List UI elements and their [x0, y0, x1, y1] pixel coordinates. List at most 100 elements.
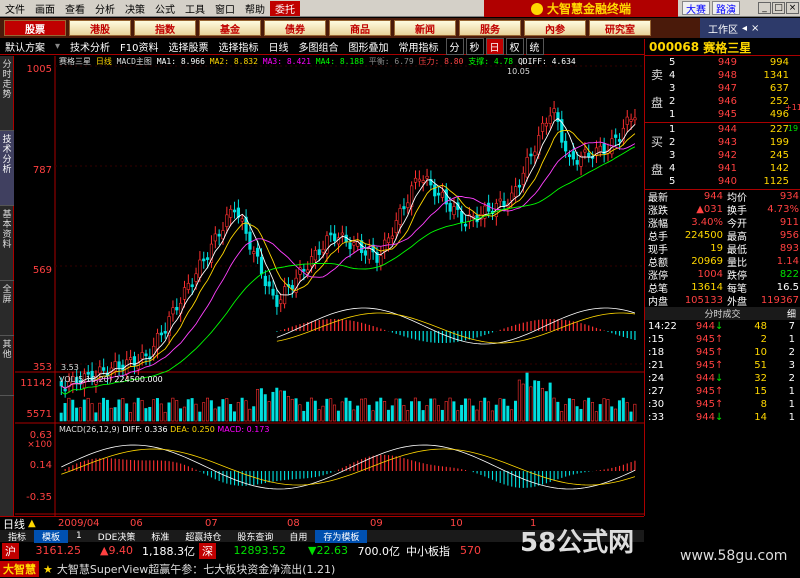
period-minute[interactable]: 分: [445, 38, 464, 55]
tab2-standard[interactable]: 标准: [143, 530, 177, 543]
tab-index[interactable]: 指数: [134, 20, 196, 36]
buy-price: 941: [717, 163, 737, 174]
sell-row[interactable]: 1 945 496: [669, 108, 799, 121]
svg-text:赛格三星 日线 MACD主图 MA1: 8.966 MA2:: 赛格三星 日线 MACD主图 MA1: 8.966 MA2: 8.832 MA3…: [59, 56, 576, 66]
sz-amount: 700.0亿: [357, 544, 401, 558]
tab2-indicator[interactable]: 指标: [0, 530, 34, 543]
sidebar-item-technical[interactable]: 技术分析: [0, 131, 14, 206]
buy-row[interactable]: 2 943 199: [669, 136, 799, 149]
tab-research[interactable]: 研究室: [589, 20, 651, 36]
tab2-shareholders[interactable]: 股东查询: [229, 530, 281, 543]
tick-row[interactable]: :24 944 ↓ 32 2: [645, 372, 800, 385]
period-arrow-icon[interactable]: ▲: [28, 518, 36, 529]
macd-value: MACD: 0.173: [217, 425, 269, 434]
tab2-save-template[interactable]: 存为模板: [315, 529, 368, 543]
menu-file[interactable]: 文件: [0, 1, 30, 16]
period-second[interactable]: 秒: [465, 38, 484, 55]
tab-service[interactable]: 服务: [459, 20, 521, 36]
buy-row[interactable]: 4 941 142: [669, 162, 799, 175]
minimize-icon[interactable]: _: [758, 2, 771, 14]
sell-volume: 496: [769, 109, 789, 120]
sz-label[interactable]: 深: [199, 542, 216, 559]
workzone[interactable]: 工作区 ◂ ×: [700, 18, 800, 38]
maximize-icon[interactable]: □: [772, 2, 785, 14]
x-label-0: 2009/04: [58, 518, 100, 529]
toolbar-f10[interactable]: F10资料: [115, 39, 163, 54]
menu-formula[interactable]: 公式: [150, 1, 180, 16]
sell-row[interactable]: 3 947 637: [669, 82, 799, 95]
tab-commodity[interactable]: 商品: [329, 20, 391, 36]
toolbar-select-indicator[interactable]: 选择指标: [214, 39, 264, 54]
stock-code: 000068: [649, 40, 700, 54]
sidebar-item-intraday[interactable]: 分时走势: [0, 56, 14, 131]
buy-row[interactable]: 5 940 1125: [669, 175, 799, 188]
x-label-3: 08: [287, 518, 300, 529]
tab2-template[interactable]: 模板: [34, 529, 69, 543]
sell-row[interactable]: 2 946 252: [669, 95, 799, 108]
tick-row[interactable]: :18 945 ↑ 10 2: [645, 346, 800, 359]
roadshow-button[interactable]: 路演: [712, 1, 740, 16]
entrust-button[interactable]: 委托: [270, 0, 300, 16]
menu-analysis[interactable]: 分析: [90, 1, 120, 16]
ticker-text[interactable]: 大智慧SuperView超赢午参：七大板块资金净流出(1.21): [57, 561, 335, 577]
tab-bond[interactable]: 债券: [264, 20, 326, 36]
ticks-detail-tab[interactable]: 细: [787, 307, 796, 320]
board-label[interactable]: 中小板指: [400, 543, 450, 559]
toolbar-tech-analysis[interactable]: 技术分析: [65, 39, 115, 54]
tick-row[interactable]: :30 945 ↑ 8 1: [645, 398, 800, 411]
period-stat[interactable]: 统: [525, 38, 544, 55]
contest-button[interactable]: 大赛: [682, 1, 710, 16]
workzone-arrow-icon[interactable]: ◂: [742, 23, 747, 34]
tab2-dde[interactable]: DDE决策: [90, 530, 144, 543]
tab-hk[interactable]: 港股: [69, 20, 131, 36]
sh-amount: 1,188.3亿: [142, 544, 195, 558]
tab-insider[interactable]: 內参: [524, 20, 586, 36]
sell-row[interactable]: 5 949 994: [669, 56, 799, 69]
sh-label[interactable]: 沪: [2, 542, 19, 559]
toolbar-select-stock[interactable]: 选择股票: [164, 39, 214, 54]
chart-bg: [15, 56, 644, 516]
tab2-custom[interactable]: 自用: [281, 530, 315, 543]
ticks-list[interactable]: 14:22 944 ↓ 48 7:15 945 ↑ 2 1:18 945 ↑ 10 2:21 945 ↑ 51…: [645, 320, 800, 424]
tick-row[interactable]: 14:22 944 ↓ 48 7: [645, 320, 800, 333]
period-rights[interactable]: 权: [505, 38, 524, 55]
menu-decision[interactable]: 决策: [120, 1, 150, 16]
price-axis-353: 353: [33, 362, 52, 373]
buy-row[interactable]: 1 944 227: [669, 123, 799, 136]
kline-chart[interactable]: 赛格三星 日线 MACD主图 MA1: 8.966 MA2: 8.832 MA3…: [15, 56, 644, 516]
menu-tools[interactable]: 工具: [180, 1, 210, 16]
period-day[interactable]: 日: [485, 38, 504, 55]
menu-help[interactable]: 帮助: [240, 1, 270, 16]
toolbar-daily[interactable]: 日线: [264, 39, 294, 54]
x-label-5: 10: [450, 518, 463, 529]
sell-book: 卖 盘 5 949 994 4 948 1341 3 947 637 2 946 252 1 945 496…: [645, 56, 800, 122]
tick-row[interactable]: :27 945 ↑ 15 1: [645, 385, 800, 398]
vol-value: 224500.000: [114, 375, 162, 384]
buy-row[interactable]: 3 942 245: [669, 149, 799, 162]
sell-volume: 637: [769, 83, 789, 94]
tick-row[interactable]: :21 945 ↑ 51 3: [645, 359, 800, 372]
tab2-holdings[interactable]: 超赢持仓: [177, 530, 229, 543]
sidebar-item-basic[interactable]: 基本资料: [0, 206, 14, 281]
workzone-close-icon[interactable]: ×: [751, 23, 759, 34]
sidebar-item-other[interactable]: 其他: [0, 336, 14, 396]
menu-screen[interactable]: 画面: [30, 1, 60, 16]
tab-stock[interactable]: 股票: [4, 20, 66, 36]
close-icon[interactable]: ×: [786, 2, 799, 14]
menu-window[interactable]: 窗口: [210, 1, 240, 16]
buy-volume: 245: [769, 150, 789, 161]
tab2-1[interactable]: 1: [68, 531, 90, 541]
tab-fund[interactable]: 基金: [199, 20, 261, 36]
toolbar-multi-chart[interactable]: 多图组合: [294, 39, 344, 54]
toolbar-overlay[interactable]: 图形叠加: [344, 39, 394, 54]
sh-change: ▲9.40: [100, 544, 133, 557]
tab-news[interactable]: 新闻: [394, 20, 456, 36]
toolbar-scheme[interactable]: 默认方案: [0, 39, 50, 54]
tick-row[interactable]: :15 945 ↑ 2 1: [645, 333, 800, 346]
price-axis-787: 787: [33, 165, 52, 176]
sell-row[interactable]: 4 948 1341: [669, 69, 799, 82]
menu-view[interactable]: 查看: [60, 1, 90, 16]
toolbar-common-indicator[interactable]: 常用指标: [394, 39, 444, 54]
sidebar-item-fullscreen[interactable]: 全屏: [0, 281, 14, 336]
tick-row[interactable]: :33 944 ↓ 14 1: [645, 411, 800, 424]
